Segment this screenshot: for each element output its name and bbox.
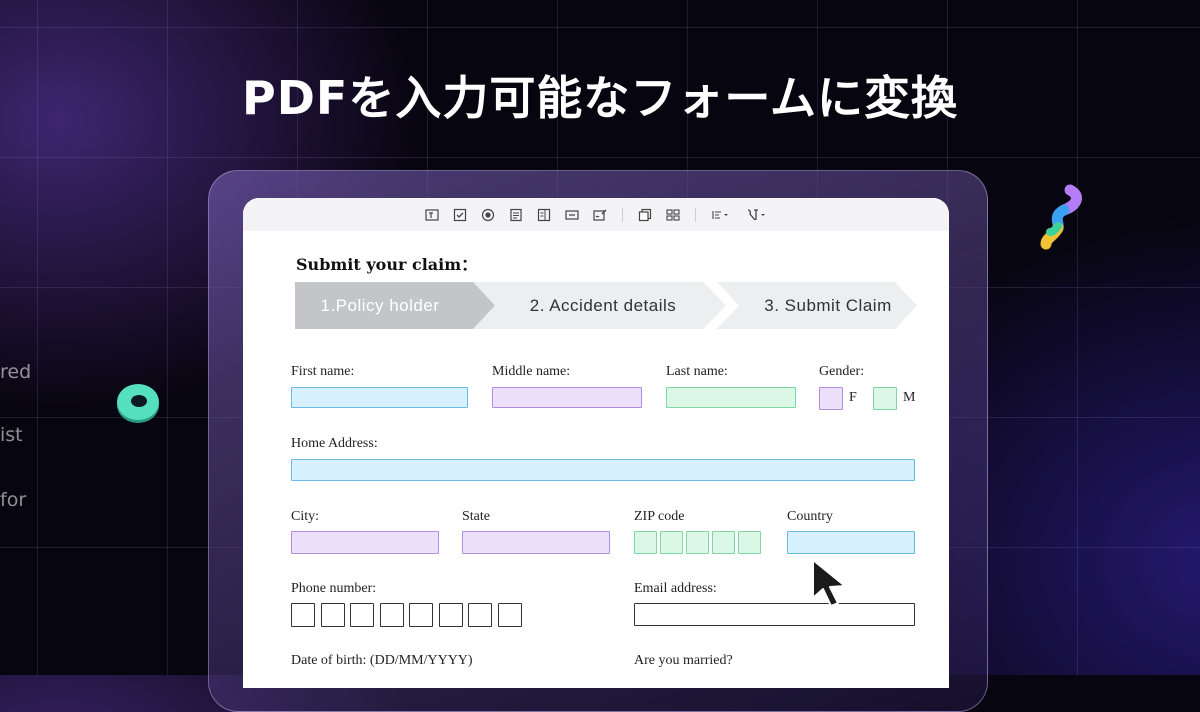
side-text-3: for [0,489,27,511]
phone-digit-field[interactable] [498,603,522,627]
duplicate-icon[interactable] [638,208,652,222]
email-address-field[interactable] [634,603,915,626]
zip-digit-field[interactable] [686,531,709,554]
step-accident-details[interactable]: 2. Accident details [505,282,701,329]
phone-digit-field[interactable] [350,603,374,627]
progress-steps: 1.Policy holder 2. Accident details 3. S… [295,282,925,329]
radio-button-icon[interactable] [481,208,495,222]
gender-m-checkbox[interactable] [873,387,897,410]
date-of-birth-label: Date of birth: (DD/MM/YYYY) [291,653,473,668]
mouse-cursor-icon [812,559,846,607]
step-submit-claim[interactable]: 3. Submit Claim [743,282,913,329]
dropdown-icon[interactable] [537,208,551,222]
phone-number-label: Phone number: [291,581,377,596]
phone-digit-field[interactable] [439,603,463,627]
step-policy-holder[interactable]: 1.Policy holder [295,282,465,329]
zip-code-label: ZIP code [634,509,685,524]
state-field[interactable] [462,531,610,554]
tools-icon[interactable] [745,208,767,222]
city-label: City: [291,509,320,524]
side-text-2: ist [0,424,23,446]
checkbox-icon[interactable] [453,208,467,222]
email-address-label: Email address: [634,581,717,596]
squiggle-icon [1040,184,1082,250]
button-field-icon[interactable] [565,208,579,222]
gender-label: Gender: [819,364,865,379]
country-label: Country [787,509,833,524]
toolbar-divider [695,207,696,222]
married-label: Are you married? [634,653,733,668]
middle-name-label: Middle name: [492,364,571,379]
gender-m-label: M [903,390,916,405]
pdf-document: Submit your claim： 1.Policy holder 2. Ac… [243,198,949,688]
phone-digit-field[interactable] [321,603,345,627]
gender-f-label: F [849,390,857,405]
list-box-icon[interactable] [509,208,523,222]
signature-icon[interactable] [593,208,607,222]
last-name-label: Last name: [666,364,728,379]
text-field-icon[interactable] [425,208,439,222]
phone-digit-field[interactable] [468,603,492,627]
ring-icon [117,384,159,423]
home-address-label: Home Address: [291,436,378,451]
grid-icon[interactable] [666,208,680,222]
home-address-field[interactable] [291,459,915,481]
page-headline: PDFを入力可能なフォームに変換 [242,71,958,125]
zip-digit-field[interactable] [634,531,657,554]
country-field[interactable] [787,531,915,554]
toolbar-divider [622,207,623,222]
form-toolbar [243,198,949,231]
phone-digit-field[interactable] [409,603,433,627]
first-name-field[interactable] [291,387,468,408]
zip-digit-field[interactable] [738,531,761,554]
middle-name-field[interactable] [492,387,642,408]
phone-digit-field[interactable] [291,603,315,627]
zip-digit-field[interactable] [660,531,683,554]
claim-title: Submit your claim： [296,255,478,274]
state-label: State [462,509,490,524]
gender-f-checkbox[interactable] [819,387,843,410]
first-name-label: First name: [291,364,355,379]
zip-digit-field[interactable] [712,531,735,554]
phone-digit-field[interactable] [380,603,404,627]
city-field[interactable] [291,531,439,554]
align-icon[interactable] [711,208,731,222]
side-text-1: red [0,361,32,383]
last-name-field[interactable] [666,387,796,408]
